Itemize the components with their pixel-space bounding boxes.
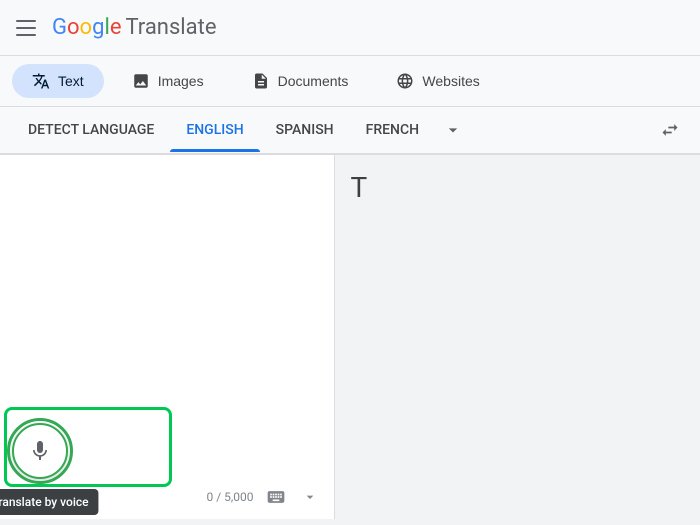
google-wordmark: Google: [52, 15, 121, 40]
mode-tab-bar: Text Images Documents Websites: [0, 56, 700, 107]
input-options-button[interactable]: [298, 485, 322, 509]
tab-websites[interactable]: Websites: [376, 64, 499, 98]
target-panel: T: [335, 155, 700, 519]
tab-text-label: Text: [58, 73, 84, 89]
app-logo: Google Translate: [52, 15, 216, 40]
main-content: Translate by voice 0 / 5,000 T: [0, 155, 700, 519]
tab-documents[interactable]: Documents: [232, 64, 369, 98]
app-header: Google Translate: [0, 0, 700, 56]
translation-output: T: [351, 171, 685, 204]
tab-documents-label: Documents: [278, 73, 349, 89]
document-icon: [252, 72, 270, 90]
globe-icon: [396, 72, 414, 90]
translate-icon: [32, 72, 50, 90]
voice-translate-button[interactable]: [12, 423, 68, 479]
swap-languages-button[interactable]: [652, 112, 688, 148]
dropdown-arrow-icon: [302, 489, 318, 505]
chevron-down-icon: [443, 120, 463, 140]
tab-text[interactable]: Text: [12, 64, 104, 98]
swap-icon: [660, 120, 680, 140]
tab-images[interactable]: Images: [112, 64, 224, 98]
language-more-button[interactable]: [435, 112, 471, 148]
lang-spanish[interactable]: SPANISH: [260, 110, 350, 150]
translate-wordmark: Translate: [125, 15, 216, 40]
voice-area: Translate by voice: [12, 423, 68, 479]
char-count: 0 / 5,000: [207, 490, 254, 504]
image-icon: [132, 72, 150, 90]
voice-button-container: Translate by voice: [12, 423, 68, 479]
language-bar: DETECT LANGUAGE ENGLISH SPANISH FRENCH: [0, 107, 700, 155]
source-panel: Translate by voice 0 / 5,000: [0, 155, 335, 519]
microphone-icon: [28, 439, 52, 463]
source-bottom-bar: 0 / 5,000: [0, 475, 334, 519]
lang-english[interactable]: ENGLISH: [170, 110, 259, 150]
lang-detect[interactable]: DETECT LANGUAGE: [12, 110, 170, 150]
lang-french[interactable]: FRENCH: [350, 110, 435, 150]
keyboard-icon: [266, 487, 286, 507]
tab-websites-label: Websites: [422, 73, 479, 89]
menu-button[interactable]: [16, 20, 36, 36]
keyboard-button[interactable]: [262, 483, 290, 511]
tab-images-label: Images: [158, 73, 204, 89]
